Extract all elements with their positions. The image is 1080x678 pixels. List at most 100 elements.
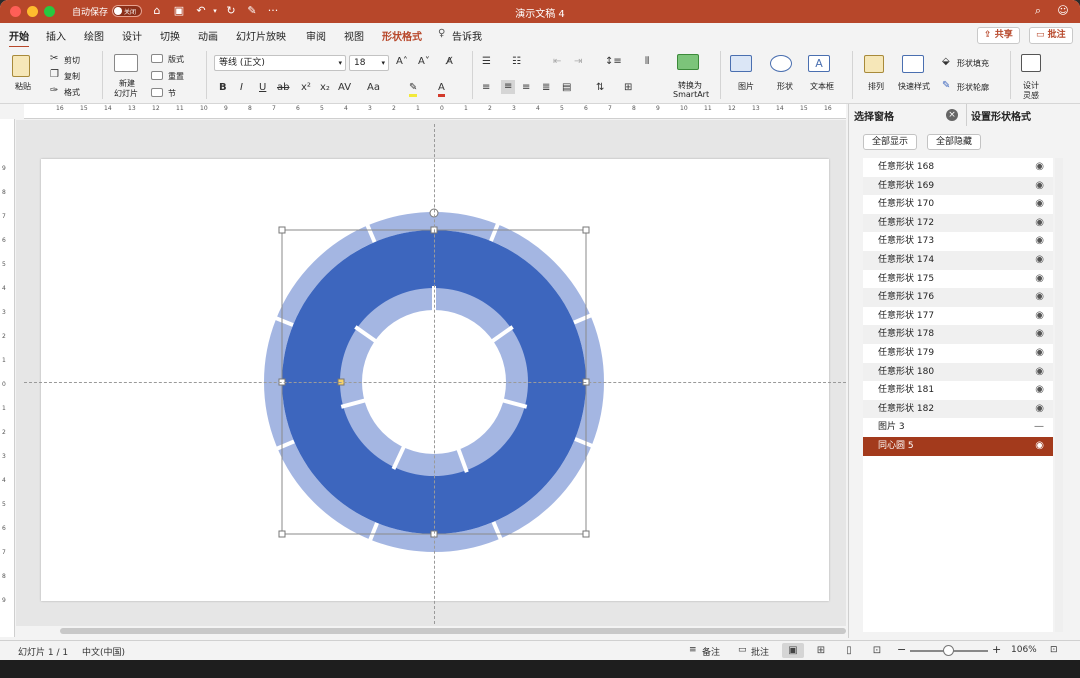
undo-dropdown-icon[interactable]: ▾: [208, 4, 222, 18]
layout-icon[interactable]: [151, 54, 163, 63]
selection-list-item[interactable]: 任意形状 180 ◉: [863, 362, 1053, 382]
zoom-out-icon[interactable]: −: [897, 643, 906, 656]
eye-icon[interactable]: ◉: [1035, 288, 1044, 306]
distributed-icon[interactable]: ▤: [562, 82, 571, 94]
horizontal-ruler[interactable]: 16 15 14 13 12 11 10 9 8 7 6 5 4 3 2 1 0 1 2 3 4 5 6 7 8 9 10 11 12 1…: [24, 104, 846, 119]
selection-list-item[interactable]: 任意形状 169 ◉: [863, 176, 1053, 196]
comments-icon[interactable]: ▭: [738, 645, 747, 655]
selection-list-item[interactable]: 任意形状 182 ◉: [863, 399, 1053, 419]
reading-view-button[interactable]: ▯: [838, 643, 860, 658]
tab-animations[interactable]: 动画: [198, 28, 218, 43]
edit-icon[interactable]: ✎: [245, 4, 259, 18]
sorter-view-button[interactable]: ⊞: [810, 643, 832, 658]
cut-icon[interactable]: ✂: [50, 53, 58, 65]
window-zoom-button[interactable]: [44, 6, 55, 17]
vertical-guide[interactable]: [434, 124, 435, 624]
show-all-button[interactable]: 全部显示: [863, 134, 918, 150]
arrange-button[interactable]: 排列: [868, 81, 884, 92]
align-left-icon[interactable]: ≡: [482, 82, 490, 94]
slide-canvas[interactable]: [16, 120, 846, 626]
change-case-icon[interactable]: Aa: [367, 82, 380, 94]
quick-styles-icon[interactable]: [902, 55, 924, 73]
tab-slideshow[interactable]: 幻灯片放映: [236, 28, 286, 43]
font-name-select[interactable]: 等线 (正文) ▾: [214, 55, 346, 71]
italic-icon[interactable]: I: [240, 82, 243, 94]
bold-icon[interactable]: B: [219, 82, 227, 94]
comment-button[interactable]: ▭ 批注: [1029, 27, 1073, 44]
tab-selection-pane[interactable]: 选择窗格: [854, 108, 894, 123]
text-direction-icon[interactable]: ⇅: [596, 82, 604, 94]
increase-indent-icon[interactable]: ⇥: [574, 56, 582, 68]
eye-icon[interactable]: ◉: [1035, 307, 1044, 325]
bullets-icon[interactable]: ☰: [482, 56, 491, 68]
textbox-icon[interactable]: A: [808, 55, 830, 72]
underline-icon[interactable]: U: [259, 82, 266, 94]
hidden-icon[interactable]: —: [1034, 418, 1044, 436]
close-icon[interactable]: ×: [946, 109, 958, 121]
tab-insert[interactable]: 插入: [46, 28, 66, 43]
picture-icon[interactable]: [730, 55, 752, 72]
slideshow-view-button[interactable]: ⊡: [866, 643, 888, 658]
section-icon[interactable]: [151, 88, 163, 97]
designer-label-2[interactable]: 灵感: [1023, 90, 1039, 101]
font-size-select[interactable]: 18 ▾: [349, 55, 389, 71]
eye-icon[interactable]: ◉: [1035, 363, 1044, 381]
align-text-icon[interactable]: ⊞: [624, 82, 632, 94]
reset-button[interactable]: 重置: [168, 71, 184, 82]
tab-format-shape[interactable]: 设置形状格式: [971, 108, 1031, 123]
save-icon[interactable]: ▣: [172, 4, 186, 18]
tab-home[interactable]: 开始: [9, 28, 29, 48]
shape-fill-button[interactable]: 形状填充: [957, 58, 989, 69]
shapes-icon[interactable]: [770, 55, 792, 72]
selection-list-item[interactable]: 任意形状 174 ◉: [863, 251, 1053, 270]
decrease-indent-icon[interactable]: ⇤: [553, 56, 561, 68]
highlight-icon[interactable]: ✎: [409, 82, 418, 97]
font-color-icon[interactable]: A: [438, 82, 445, 97]
language-indicator[interactable]: 中文(中国): [82, 645, 125, 658]
selection-list-item[interactable]: 任意形状 177 ◉: [863, 307, 1053, 326]
char-spacing-icon[interactable]: AV: [338, 82, 351, 94]
subscript-icon[interactable]: x₂: [320, 82, 330, 94]
tab-tell-me[interactable]: 告诉我: [452, 28, 482, 43]
window-minimize-button[interactable]: [27, 6, 38, 17]
eye-icon[interactable]: ◉: [1035, 232, 1044, 250]
autosave-toggle[interactable]: 关闭: [112, 5, 142, 17]
convert-smartart-label-2[interactable]: SmartArt: [673, 90, 709, 99]
eye-icon[interactable]: ◉: [1035, 344, 1044, 362]
tab-transitions[interactable]: 切换: [160, 28, 180, 43]
horizontal-scrollbar[interactable]: [60, 628, 846, 634]
more-icon[interactable]: ···: [266, 4, 280, 18]
selection-list-scrollbar[interactable]: [1055, 158, 1063, 632]
eye-icon[interactable]: ◉: [1035, 214, 1044, 232]
tab-draw[interactable]: 绘图: [84, 28, 104, 43]
shape-fill-icon[interactable]: ⬙: [942, 56, 950, 68]
clear-format-icon[interactable]: A̸: [446, 56, 453, 68]
eye-icon[interactable]: ◉: [1035, 400, 1044, 418]
strikethrough-icon[interactable]: ab: [277, 82, 289, 94]
zoom-in-icon[interactable]: +: [992, 643, 1001, 656]
shapes-button[interactable]: 形状: [777, 81, 793, 92]
account-icon[interactable]: ☺: [1056, 4, 1070, 18]
selection-list-item[interactable]: 同心圆 5 ◉: [863, 437, 1053, 456]
new-slide-label-2[interactable]: 幻灯片: [114, 88, 138, 99]
eye-icon[interactable]: ◉: [1035, 158, 1044, 176]
paste-icon[interactable]: [12, 55, 30, 77]
horizontal-guide[interactable]: [24, 382, 846, 383]
smartart-icon[interactable]: [677, 54, 699, 70]
selection-list-item[interactable]: 任意形状 168 ◉: [863, 158, 1053, 177]
vertical-ruler[interactable]: 9 8 7 6 5 4 3 2 1 0 1 2 3 4 5 6 7 8 9: [0, 119, 15, 637]
format-painter-icon[interactable]: ✑: [50, 85, 58, 97]
eye-icon[interactable]: ◉: [1035, 195, 1044, 213]
selection-list-item[interactable]: 任意形状 176 ◉: [863, 288, 1053, 307]
notes-icon[interactable]: ≡: [689, 645, 697, 655]
shape-outline-button[interactable]: 形状轮廓: [957, 82, 989, 93]
designer-icon[interactable]: [1021, 54, 1041, 72]
section-button[interactable]: 节: [168, 88, 176, 99]
selection-list-item[interactable]: 任意形状 173 ◉: [863, 232, 1053, 251]
copy-button[interactable]: 复制: [64, 71, 80, 82]
normal-view-button[interactable]: ▣: [782, 643, 804, 658]
fit-slide-icon[interactable]: ⊡: [1050, 645, 1058, 655]
shrink-font-icon[interactable]: A˅: [418, 56, 430, 68]
shape-outline-icon[interactable]: ✎: [942, 80, 950, 92]
comments-button[interactable]: 批注: [751, 645, 769, 658]
